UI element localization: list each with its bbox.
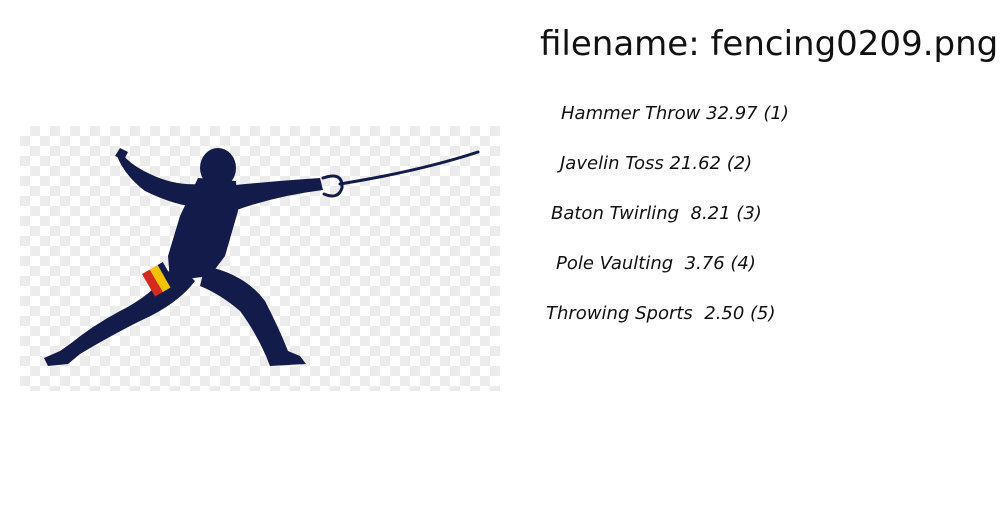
fencer-image (20, 126, 500, 391)
result-label-3: Baton Twirling 8.21 (3) (551, 203, 762, 224)
fencer-silhouette-icon (44, 148, 480, 366)
result-label-4: Pole Vaulting 3.76 (4) (556, 253, 756, 274)
result-label-2: Javelin Toss 21.62 (2) (560, 153, 753, 174)
filename-title: filename: fencing0209.png (540, 24, 999, 64)
result-label-1: Hammer Throw 32.97 (1) (561, 103, 789, 124)
result-label-5: Throwing Sports 2.50 (5) (546, 303, 776, 324)
